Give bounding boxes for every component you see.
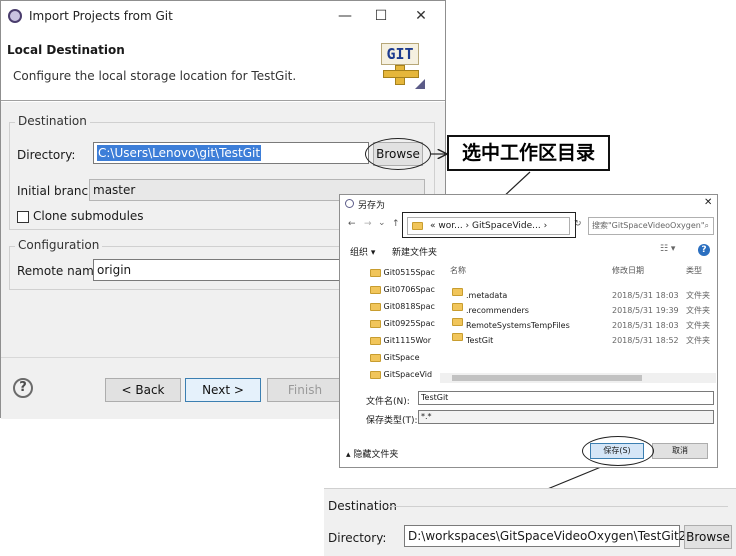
folder-icon	[370, 268, 381, 277]
breadcrumb-highlight-box	[402, 212, 576, 238]
group-divider	[388, 506, 728, 507]
nav-item[interactable]: Git0818Spac	[370, 299, 438, 315]
view-options-icon[interactable]: ☷ ▾	[660, 244, 675, 254]
dialog-title: 另存为	[358, 201, 386, 211]
search-icon: ⌕	[704, 221, 709, 230]
result-directory-value: D:\workspaces\GitSpaceVideoOxygen\TestGi…	[408, 529, 687, 543]
column-header-date[interactable]: 修改日期	[612, 263, 644, 279]
folder-icon	[370, 302, 381, 311]
folder-icon	[452, 303, 463, 311]
list-item[interactable]: TestGit 2018/5/31 18:52 文件夹	[444, 333, 716, 348]
file-list: 名称 修改日期 类型 .metadata 2018/5/31 18:03 文件夹…	[444, 263, 716, 385]
result-browse-button[interactable]: Browse	[684, 525, 732, 549]
search-placeholder: 搜索"GitSpaceVideoOxygen"	[592, 221, 705, 230]
back-arrow-icon[interactable]: ←	[348, 219, 356, 229]
nav-item[interactable]: Git1115Wor	[370, 333, 438, 349]
save-highlight-oval	[582, 436, 654, 466]
dialog-title-bar: 另存为 ✕	[340, 195, 717, 213]
folder-icon	[370, 319, 381, 328]
dialog-close-button[interactable]: ✕	[704, 197, 712, 208]
folder-icon	[452, 318, 463, 326]
cancel-button[interactable]: 取消	[652, 443, 708, 459]
navigation-pane: Git0515Spac Git0706Spac Git0818Spac Git0…	[364, 263, 440, 385]
folder-icon	[452, 333, 463, 341]
column-header-name[interactable]: 名称	[450, 263, 466, 279]
nav-item[interactable]: GitSpace	[370, 350, 438, 366]
nav-item[interactable]: Git0706Spac	[370, 282, 438, 298]
folder-icon	[370, 285, 381, 294]
filename-label: 文件名(N):	[366, 397, 410, 407]
filetype-value: *.*	[421, 412, 432, 421]
search-input[interactable]: 搜索"GitSpaceVideoOxygen" ⌕	[588, 217, 714, 235]
result-directory-input[interactable]: D:\workspaces\GitSpaceVideoOxygen\TestGi…	[404, 525, 686, 547]
list-item[interactable]: .recommenders 2018/5/31 19:39 文件夹	[444, 303, 716, 318]
nav-item[interactable]: Git0515Spac	[370, 265, 438, 281]
result-destination-panel: Destination Directory: D:\workspaces\Git…	[324, 488, 736, 556]
dialog-app-icon	[345, 199, 354, 208]
filename-value: TestGit	[421, 393, 449, 402]
filetype-label: 保存类型(T):	[366, 416, 418, 426]
dropdown-arrow-icon[interactable]: ⌄	[378, 218, 386, 228]
help-icon[interactable]: ?	[698, 244, 710, 256]
column-header-type[interactable]: 类型	[686, 263, 702, 279]
scrollbar-thumb[interactable]	[452, 375, 642, 381]
horizontal-scrollbar[interactable]	[440, 373, 716, 383]
organize-button[interactable]: 组织 ▾	[350, 245, 375, 258]
list-item[interactable]: RemoteSystemsTempFiles 2018/5/31 18:03 文…	[444, 318, 716, 333]
folder-icon	[370, 336, 381, 345]
new-folder-button[interactable]: 新建文件夹	[392, 245, 437, 258]
dialog-toolbar: 组织 ▾ 新建文件夹 ☷ ▾ ?	[340, 241, 717, 261]
list-item[interactable]: .metadata 2018/5/31 18:03 文件夹	[444, 288, 716, 303]
folder-icon	[452, 288, 463, 296]
filetype-select[interactable]: *.*	[418, 410, 714, 424]
nav-item[interactable]: Git0925Spac	[370, 316, 438, 332]
result-directory-label: Directory:	[328, 531, 387, 545]
folder-icon	[370, 353, 381, 362]
hide-folders-toggle[interactable]: ▴ 隐藏文件夹	[346, 447, 398, 460]
result-group-label: Destination	[328, 499, 397, 513]
forward-arrow-icon[interactable]: →	[364, 219, 372, 229]
up-arrow-icon[interactable]: ↑	[392, 219, 400, 229]
filename-input[interactable]: TestGit	[418, 391, 714, 405]
nav-item[interactable]: GitSpaceVid	[370, 367, 438, 383]
folder-icon	[370, 370, 381, 379]
